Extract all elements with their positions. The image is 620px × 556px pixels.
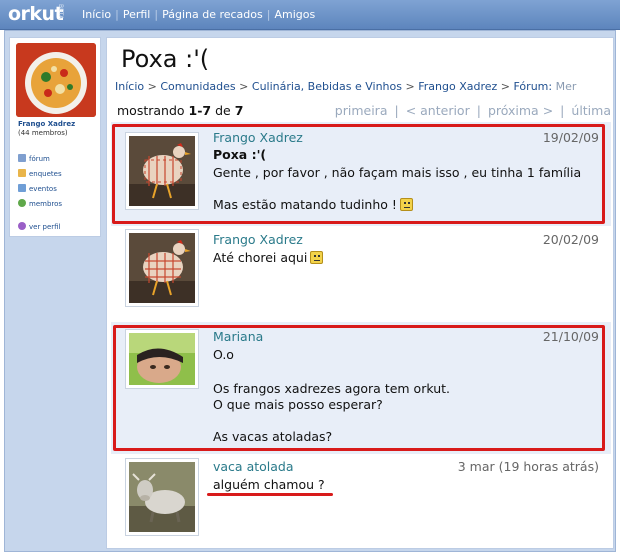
- pager-previous[interactable]: < anterior: [406, 103, 470, 118]
- post-item: Frango Xadrez 20/02/09 Até chorei aqui: [111, 226, 611, 322]
- nav-recados[interactable]: Página de recados: [162, 8, 263, 21]
- post-date: 20/02/09: [542, 232, 599, 247]
- top-nav: Início | Perfil | Página de recados | Amigos: [82, 8, 315, 21]
- beta-label: BETA: [57, 4, 64, 20]
- post-text: Até chorei aqui: [213, 250, 324, 265]
- nav-separator: |: [154, 8, 159, 21]
- pager-next[interactable]: próxima >: [488, 103, 553, 118]
- chicken-photo: [129, 233, 195, 303]
- members-icon: [18, 199, 26, 207]
- top-bar: orkut BETA Início | Perfil | Página de recad…: [0, 0, 620, 30]
- menu-eventos[interactable]: eventos: [18, 184, 57, 193]
- breadcrumb-category[interactable]: Culinária, Bebidas e Vinhos: [252, 80, 402, 93]
- menu-label: enquetes: [29, 170, 62, 178]
- menu-membros[interactable]: membros: [18, 199, 62, 208]
- poll-icon: [18, 169, 26, 177]
- calendar-icon: [18, 184, 26, 192]
- menu-forum[interactable]: fórum: [18, 154, 50, 163]
- nav-separator: |: [266, 8, 271, 21]
- showing-label: mostrando: [117, 103, 185, 118]
- pager-separator: |: [394, 103, 399, 118]
- post-author[interactable]: Frango Xadrez: [213, 232, 303, 247]
- post-date: 3 mar (19 horas atrás): [457, 459, 599, 474]
- page-title: Poxa :'(: [121, 45, 210, 73]
- breadcrumb-community[interactable]: Frango Xadrez: [418, 80, 497, 93]
- nav-separator: |: [115, 8, 119, 21]
- menu-enquetes[interactable]: enquetes: [18, 169, 62, 178]
- showing-of: de: [215, 103, 231, 118]
- post-author[interactable]: vaca atolada: [213, 459, 294, 474]
- profile-icon: [18, 222, 26, 230]
- highlight-box: [112, 124, 605, 224]
- community-name[interactable]: Frango Xadrez: [18, 120, 75, 128]
- breadcrumb-separator: >: [239, 80, 249, 93]
- nav-amigos[interactable]: Amigos: [274, 8, 315, 21]
- menu-label: membros: [29, 200, 63, 208]
- orkut-logo[interactable]: orkut: [8, 3, 64, 25]
- breadcrumb-forum[interactable]: Fórum:: [514, 80, 553, 93]
- community-sidebar: Frango Xadrez (44 membros) fórum enquete…: [9, 37, 101, 237]
- showing-total: 7: [234, 103, 244, 118]
- highlight-box: [113, 325, 605, 451]
- pager-separator: |: [560, 103, 565, 118]
- showing-range: 1-7: [188, 103, 212, 118]
- highlight-underline: [207, 493, 333, 496]
- menu-label: ver perfil: [29, 223, 61, 231]
- view-profile-link[interactable]: ver perfil: [18, 222, 61, 231]
- results-count: mostrando 1-7 de 7: [117, 103, 243, 118]
- pagination: primeira | < anterior | próxima > | última: [335, 103, 611, 118]
- breadcrumb: Início > Comunidades > Culinária, Bebida…: [115, 80, 609, 93]
- pager-first[interactable]: primeira: [335, 103, 388, 118]
- community-members: (44 membros): [18, 129, 68, 137]
- nav-perfil[interactable]: Perfil: [123, 8, 151, 21]
- breadcrumb-separator: >: [147, 80, 157, 93]
- forum-icon: [18, 154, 26, 162]
- menu-label: fórum: [29, 155, 50, 163]
- pager-separator: |: [476, 103, 481, 118]
- menu-label: eventos: [29, 185, 57, 193]
- nav-inicio[interactable]: Início: [82, 8, 111, 21]
- post-text-content: Até chorei aqui: [213, 250, 308, 265]
- breadcrumb-separator: >: [500, 80, 510, 93]
- pager-last[interactable]: última: [571, 103, 611, 118]
- post-item: vaca atolada 3 mar (19 horas atrás) algu…: [111, 454, 611, 546]
- smiley-icon: [310, 251, 324, 264]
- cow-photo: [129, 462, 195, 532]
- author-avatar[interactable]: [125, 458, 199, 536]
- topic-panel: Poxa :'( Início > Comunidades > Culinári…: [106, 37, 614, 549]
- post-text: alguém chamou ?: [213, 477, 325, 492]
- author-avatar[interactable]: [125, 229, 199, 307]
- breadcrumb-topic[interactable]: Mer: [556, 80, 577, 93]
- breadcrumb-comunidades[interactable]: Comunidades: [160, 80, 235, 93]
- community-image[interactable]: [16, 43, 96, 117]
- breadcrumb-separator: >: [405, 80, 415, 93]
- breadcrumb-inicio[interactable]: Início: [115, 80, 144, 93]
